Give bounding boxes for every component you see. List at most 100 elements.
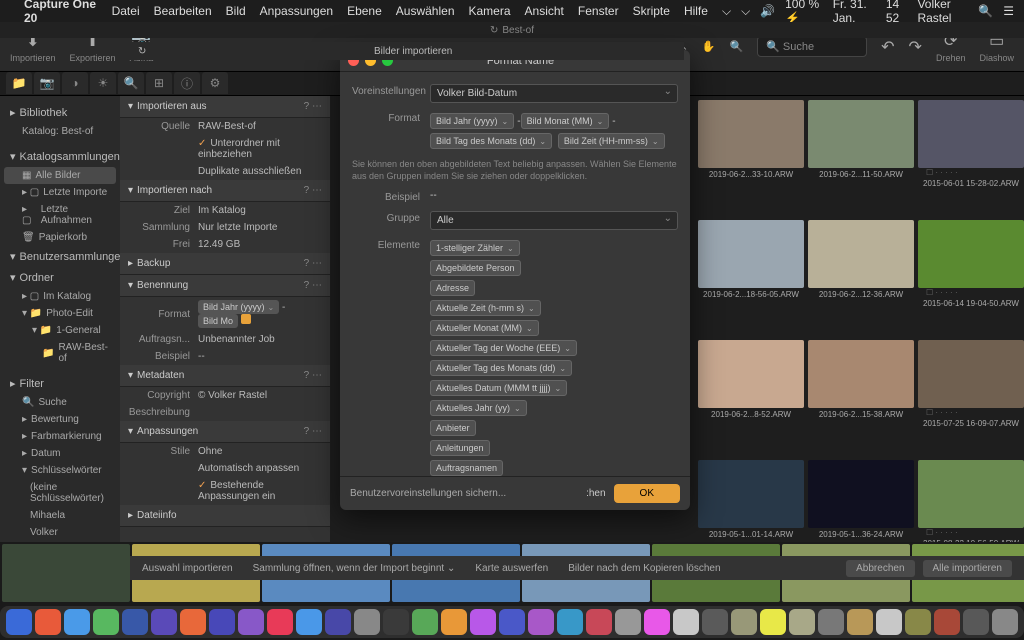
dock-app-icon[interactable] — [64, 609, 90, 635]
tab-lens[interactable]: 📷 — [34, 72, 60, 94]
sidebar-item-recent-imports[interactable]: ▸ ▢ Letzte Importe — [4, 184, 116, 201]
backup-header[interactable]: ▸Backup? ⋯ — [120, 253, 330, 275]
element-token[interactable]: Aktueller Tag des Monats (dd) ⌄ — [430, 360, 572, 376]
delete-after-checkbox[interactable]: Bilder nach dem Kopieren löschen — [568, 563, 720, 574]
thumbnail[interactable]: 2019-06-2...12-36.ARW — [808, 220, 914, 336]
cancel-fragment[interactable]: :hen — [586, 488, 605, 499]
dock-app-icon[interactable] — [992, 609, 1018, 635]
dock-app-icon[interactable] — [963, 609, 989, 635]
format-tokens[interactable]: Bild Jahr (yyyy)⌄ - Bild Mo — [198, 300, 322, 328]
menu-file[interactable]: Datei — [112, 4, 140, 18]
dock-app-icon[interactable] — [470, 609, 496, 635]
element-token[interactable]: Adresse — [430, 280, 475, 296]
element-token[interactable]: Anbieter — [430, 420, 476, 436]
tab-library[interactable]: 📁 — [6, 72, 32, 94]
filter-color[interactable]: ▸ Farbmarkierung — [4, 428, 116, 445]
sidebar-item-all-images[interactable]: ▦ Alle Bilder — [4, 167, 116, 184]
thumbnail[interactable]: 2019-06-2...15-38.ARW — [808, 340, 914, 456]
ok-button[interactable]: OK — [614, 484, 680, 503]
menu-view[interactable]: Ansicht — [525, 4, 564, 18]
thumbnail[interactable]: 2019-06-2...8-52.ARW — [698, 340, 804, 456]
element-token[interactable]: Anleitungen — [430, 440, 490, 456]
catalog-collections-header[interactable]: ▾ Katalogsammlungen — [4, 146, 116, 167]
eject-card-checkbox[interactable]: Karte auswerfen — [475, 563, 548, 574]
element-token[interactable]: Aktuelles Datum (MMM tt jjjj) ⌄ — [430, 380, 567, 396]
preset-select[interactable]: Volker Bild-Datum — [430, 84, 678, 103]
element-token[interactable]: Abgebildete Person — [430, 260, 521, 276]
tab-styles[interactable]: ⊞ — [146, 72, 172, 94]
adjustments-header[interactable]: ▾Anpassungen? ⋯ — [120, 421, 330, 443]
import-all-button[interactable]: Alle importieren — [923, 560, 1012, 577]
menu-image[interactable]: Bild — [226, 4, 246, 18]
bluetooth-icon[interactable]: ⌵ — [722, 4, 731, 19]
tab-output[interactable]: ⚙ — [202, 72, 228, 94]
dock-app-icon[interactable] — [731, 609, 757, 635]
dock-app-icon[interactable] — [325, 609, 351, 635]
search-icon[interactable]: 🔍 — [978, 4, 993, 18]
thumbnail[interactable]: ☐ · · · · ·2015-06-14 19-04-50.ARW — [918, 220, 1024, 336]
copyright-value[interactable]: © Volker Rastel — [198, 390, 322, 401]
format-token-field[interactable]: Bild Jahr (yyyy)⌄-Bild Monat (MM)⌄- Bild… — [430, 111, 678, 151]
dock-app-icon[interactable] — [6, 609, 32, 635]
element-token[interactable]: 1-stelliger Zähler ⌄ — [430, 240, 520, 256]
source-value[interactable]: RAW-Best-of — [198, 121, 322, 132]
menu-help[interactable]: Hilfe — [684, 4, 708, 18]
folder-raw-best-of[interactable]: 📁 RAW-Best-of — [4, 339, 116, 367]
dock-app-icon[interactable] — [499, 609, 525, 635]
dock-app-icon[interactable] — [238, 609, 264, 635]
dock-app-icon[interactable] — [180, 609, 206, 635]
keyword-mihaela[interactable]: Mihaela — [4, 507, 116, 524]
element-token[interactable]: Aktueller Monat (MM) ⌄ — [430, 320, 539, 336]
menu-window[interactable]: Fenster — [578, 4, 619, 18]
dock-app-icon[interactable] — [760, 609, 786, 635]
open-collection-select[interactable]: Sammlung öffnen, wenn der Import beginnt… — [253, 563, 456, 574]
filter-search[interactable]: 🔍 Suche — [4, 394, 116, 411]
sidebar-item-recent-captures[interactable]: ▸ ▢ Letzte Aufnahmen — [4, 201, 116, 229]
exclude-duplicates-checkbox[interactable]: Duplikate ausschließen — [198, 166, 322, 177]
redo-button[interactable]: ↷ — [909, 37, 922, 57]
filter-rating[interactable]: ▸ Bewertung — [4, 411, 116, 428]
import-from-header[interactable]: ▾Importieren aus? ⋯ — [120, 96, 330, 118]
dock-app-icon[interactable] — [209, 609, 235, 635]
keyword-none[interactable]: (keine Schlüsselwörter) — [4, 479, 116, 507]
import-selection-button[interactable]: Auswahl importieren — [142, 563, 233, 574]
dock-app-icon[interactable] — [296, 609, 322, 635]
metadata-header[interactable]: ▾Metadaten? ⋯ — [120, 365, 330, 387]
dock-app-icon[interactable] — [818, 609, 844, 635]
menu-camera[interactable]: Kamera — [469, 4, 511, 18]
element-token[interactable]: Aktuelle Zeit (h-mm s) ⌄ — [430, 300, 541, 316]
cancel-import-button[interactable]: Abbrechen — [846, 560, 914, 577]
fileinfo-header[interactable]: ▸Dateiinfo — [120, 505, 330, 527]
filter-keywords[interactable]: ▾ Schlüsselwörter — [4, 462, 116, 479]
dock-app-icon[interactable] — [586, 609, 612, 635]
user-collections-header[interactable]: ▾ Benutzersammlungen — [4, 246, 116, 267]
job-value[interactable]: Unbenannter Job — [198, 334, 322, 345]
tab-meta[interactable]: ⓘ — [174, 72, 200, 94]
sidebar-item-trash[interactable]: 🗑 Papierkorb — [4, 229, 116, 246]
wifi-icon[interactable]: ⌵ — [741, 4, 750, 19]
collection-value[interactable]: Nur letzte Importe — [198, 222, 322, 233]
hand-icon[interactable]: ✋ — [702, 40, 716, 53]
folders-header[interactable]: ▾ Ordner — [4, 267, 116, 288]
dock-app-icon[interactable] — [35, 609, 61, 635]
group-select[interactable]: Alle — [430, 211, 678, 230]
dock-app-icon[interactable] — [122, 609, 148, 635]
folder-general[interactable]: ▾ 📁 1-General — [4, 322, 116, 339]
styles-value[interactable]: Ohne — [198, 446, 322, 457]
toolbar-search-input[interactable]: 🔍 Suche — [757, 36, 867, 57]
thumbnail[interactable]: 2019-06-2...18-56-05.ARW — [698, 220, 804, 336]
element-token[interactable]: Auftragsnamen — [430, 460, 503, 476]
tab-exposure[interactable]: ☀ — [90, 72, 116, 94]
dest-value[interactable]: Im Katalog — [198, 205, 322, 216]
include-subfolders-checkbox[interactable]: Unterordner mit einbeziehen — [198, 138, 280, 160]
undo-button[interactable]: ↶ — [881, 37, 894, 57]
volume-icon[interactable]: 🔊 — [760, 4, 775, 18]
import-to-header[interactable]: ▾Importieren nach? ⋯ — [120, 180, 330, 202]
menu-select[interactable]: Auswählen — [396, 4, 455, 18]
dock-app-icon[interactable] — [905, 609, 931, 635]
dock-app-icon[interactable] — [383, 609, 409, 635]
dock-app-icon[interactable] — [702, 609, 728, 635]
element-token[interactable]: Aktueller Tag der Woche (EEE) ⌄ — [430, 340, 577, 356]
thumbnail[interactable]: 2019-06-2...11-50.ARW — [808, 100, 914, 216]
dock-app-icon[interactable] — [441, 609, 467, 635]
